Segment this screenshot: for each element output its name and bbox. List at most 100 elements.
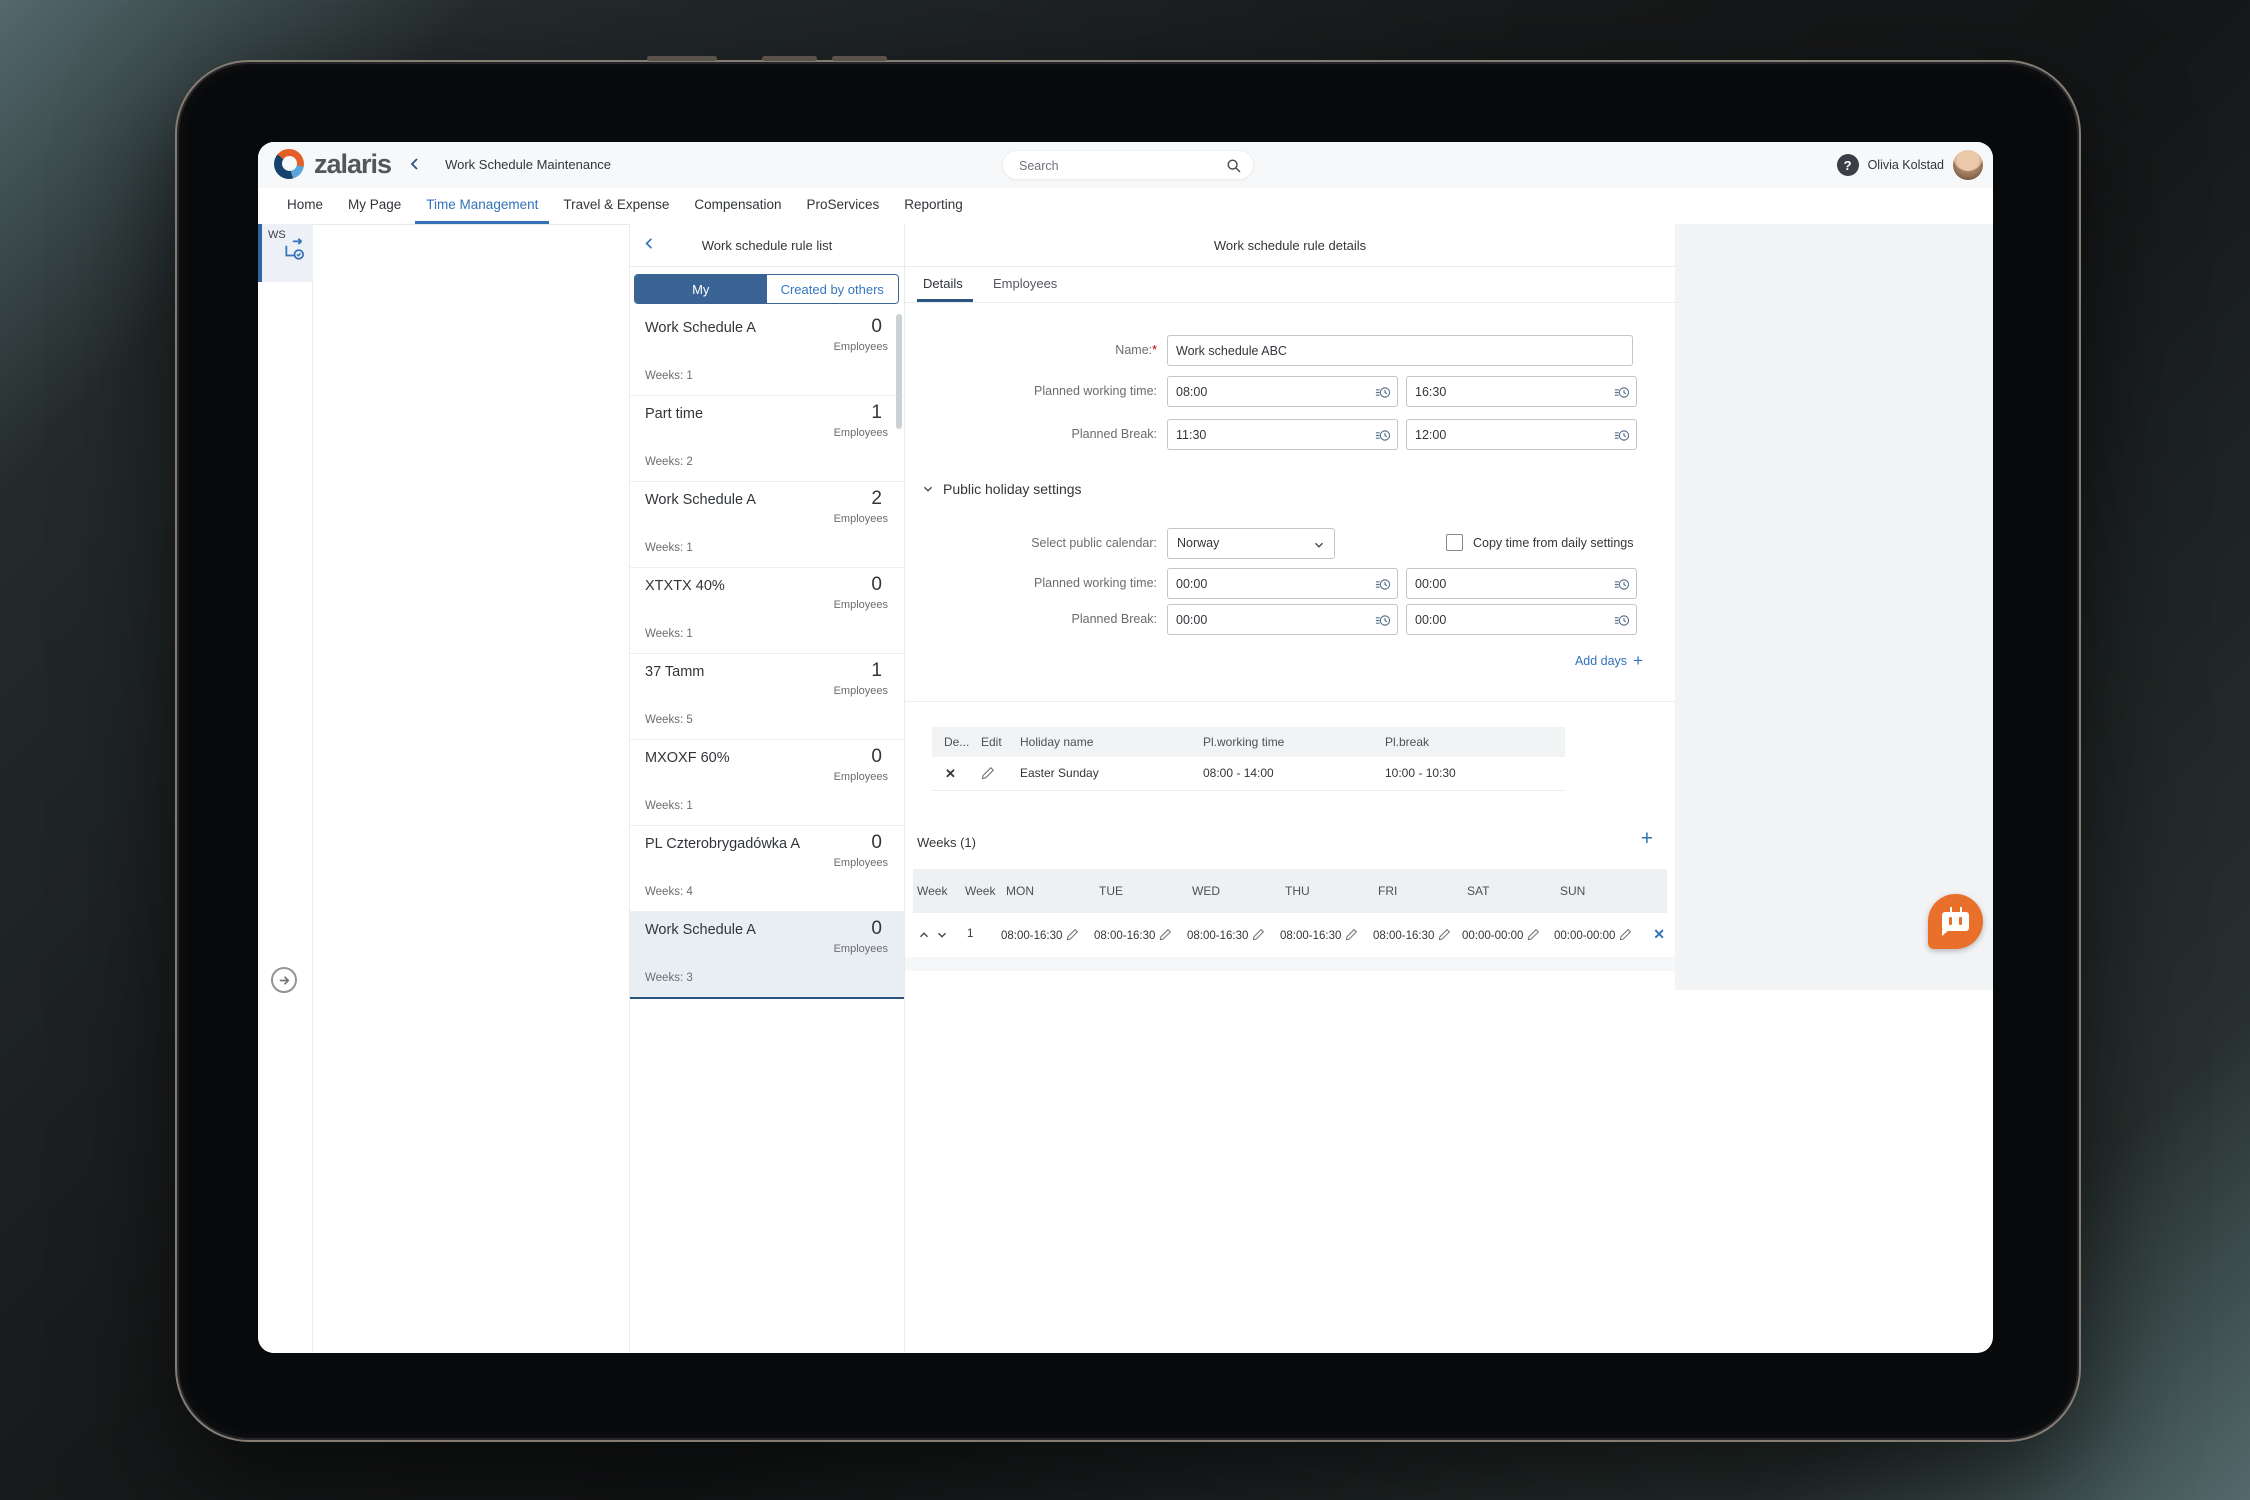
edit-time-icon[interactable] — [1527, 928, 1540, 944]
back-chevron-icon[interactable] — [407, 156, 423, 172]
search-input[interactable] — [1017, 152, 1216, 180]
move-week-up-icon[interactable] — [917, 928, 931, 942]
list-item-selected[interactable]: Work Schedule A 0 Employees Weeks: 3 — [630, 912, 904, 999]
details-panel-header: Work schedule rule details — [905, 224, 1675, 267]
time-picker-icon[interactable] — [1374, 384, 1391, 406]
list-item[interactable]: XTXTX 40% 0 Employees Weeks: 1 — [630, 568, 904, 654]
nav-item-travel-expense[interactable]: Travel & Expense — [552, 188, 680, 224]
delete-row-icon[interactable]: ✕ — [945, 766, 956, 782]
public-holiday-section-header[interactable]: Public holiday settings — [921, 481, 1082, 497]
tablet-power-button — [647, 56, 717, 61]
holiday-pwt-to-field[interactable] — [1406, 568, 1637, 599]
rule-title: XTXTX 40% — [645, 578, 725, 594]
break-to-input[interactable] — [1415, 421, 1610, 448]
col-fri: FRI — [1378, 884, 1397, 898]
holiday-name-cell: Easter Sunday — [1020, 766, 1099, 780]
pwt-from-input[interactable] — [1176, 378, 1371, 405]
time-picker-icon[interactable] — [1374, 612, 1391, 634]
nav-item-home[interactable]: Home — [276, 188, 334, 224]
employees-label: Employees — [834, 857, 888, 869]
list-item[interactable]: Part time 1 Employees Weeks: 2 — [630, 396, 904, 482]
edit-row-icon[interactable] — [981, 766, 995, 783]
left-rail: WS — [258, 224, 313, 1353]
time-picker-icon[interactable] — [1374, 576, 1391, 598]
chatbot-button[interactable] — [1928, 894, 1983, 949]
time-picker-icon[interactable] — [1613, 612, 1630, 634]
weeks-label: Weeks: 2 — [645, 456, 693, 468]
work-schedule-tile[interactable]: WS — [258, 224, 313, 282]
expand-rail-button[interactable] — [271, 967, 297, 993]
nav-item-time-management[interactable]: Time Management — [415, 188, 549, 224]
employee-count: 0 — [871, 746, 882, 768]
required-mark: * — [1152, 343, 1157, 357]
list-item[interactable]: 37 Tamm 1 Employees Weeks: 5 — [630, 654, 904, 740]
pwt-from-field[interactable] — [1167, 376, 1398, 407]
pwt-to-field[interactable] — [1406, 376, 1637, 407]
list-item[interactable]: Work Schedule A 0 Employees Weeks: 1 — [630, 310, 904, 396]
move-week-down-icon[interactable] — [935, 928, 949, 942]
break-to-field[interactable] — [1406, 419, 1637, 450]
segment-my[interactable]: My — [635, 275, 767, 303]
holiday-break-from-field[interactable] — [1167, 604, 1398, 635]
list-item[interactable]: MXOXF 60% 0 Employees Weeks: 1 — [630, 740, 904, 826]
tablet-volume-up-button — [762, 56, 817, 61]
weeks-label: Weeks: 5 — [645, 714, 693, 726]
thu-time-cell: 08:00-16:30 — [1280, 928, 1358, 944]
break-from-field[interactable] — [1167, 419, 1398, 450]
wed-time-cell: 08:00-16:30 — [1187, 928, 1265, 944]
user-name[interactable]: Olivia Kolstad — [1868, 158, 1944, 172]
edit-time-icon[interactable] — [1619, 928, 1632, 944]
rule-title: Part time — [645, 406, 703, 422]
mon-time-cell: 08:00-16:30 — [1001, 928, 1079, 944]
name-field[interactable] — [1167, 335, 1633, 366]
help-icon[interactable]: ? — [1837, 154, 1859, 176]
break-cell: 10:00 - 10:30 — [1385, 766, 1456, 780]
holiday-break-from-input[interactable] — [1176, 606, 1371, 633]
holiday-break-to-input[interactable] — [1415, 606, 1610, 633]
nav-item-my-page[interactable]: My Page — [337, 188, 412, 224]
tab-employees[interactable]: Employees — [993, 276, 1057, 291]
add-week-button[interactable]: + — [1641, 827, 1653, 851]
nav-item-proservices[interactable]: ProServices — [795, 188, 890, 224]
edit-time-icon[interactable] — [1345, 928, 1358, 944]
tab-details[interactable]: Details — [923, 276, 963, 291]
holiday-pwt-to-input[interactable] — [1415, 570, 1610, 597]
col-sat: SAT — [1467, 884, 1489, 898]
edit-time-icon[interactable] — [1438, 928, 1451, 944]
search-bar[interactable] — [1002, 150, 1254, 180]
holiday-pwt-from-field[interactable] — [1167, 568, 1398, 599]
nav-item-compensation[interactable]: Compensation — [683, 188, 792, 224]
weeks-label: Weeks: 1 — [645, 628, 693, 640]
list-item[interactable]: Work Schedule A 2 Employees Weeks: 1 — [630, 482, 904, 568]
holiday-break-to-field[interactable] — [1406, 604, 1637, 635]
employees-label: Employees — [834, 341, 888, 353]
weeks-table-header: Week Week MON TUE WED THU FRI SAT SUN — [913, 869, 1667, 913]
pwt-to-input[interactable] — [1415, 378, 1610, 405]
segment-created-by-others[interactable]: Created by others — [767, 275, 899, 303]
holiday-pwt-from-input[interactable] — [1176, 570, 1371, 597]
rule-title: 37 Tamm — [645, 664, 704, 680]
copy-time-checkbox[interactable] — [1446, 534, 1463, 551]
col-working-time: Pl.working time — [1203, 735, 1284, 749]
edit-time-icon[interactable] — [1066, 928, 1079, 944]
delete-week-icon[interactable]: ✕ — [1653, 926, 1665, 943]
list-item[interactable]: PL Czterobrygadówka A 0 Employees Weeks:… — [630, 826, 904, 912]
weeks-label: Weeks: 1 — [645, 370, 693, 382]
edit-time-icon[interactable] — [1252, 928, 1265, 944]
time-picker-icon[interactable] — [1374, 427, 1391, 449]
time-picker-icon[interactable] — [1613, 576, 1630, 598]
public-calendar-dropdown[interactable]: Norway — [1167, 528, 1335, 559]
break-from-input[interactable] — [1176, 421, 1371, 448]
weeks-label: Weeks: 3 — [645, 972, 693, 984]
search-icon[interactable] — [1226, 158, 1242, 179]
user-avatar[interactable] — [1953, 150, 1983, 180]
time-picker-icon[interactable] — [1613, 427, 1630, 449]
nav-item-reporting[interactable]: Reporting — [893, 188, 974, 224]
name-input[interactable] — [1176, 337, 1606, 364]
employee-count: 1 — [871, 402, 882, 424]
list-scrollbar[interactable] — [896, 314, 902, 429]
time-picker-icon[interactable] — [1613, 384, 1630, 406]
add-days-button[interactable]: Add days+ — [1575, 654, 1643, 668]
edit-time-icon[interactable] — [1159, 928, 1172, 944]
employees-label: Employees — [834, 943, 888, 955]
